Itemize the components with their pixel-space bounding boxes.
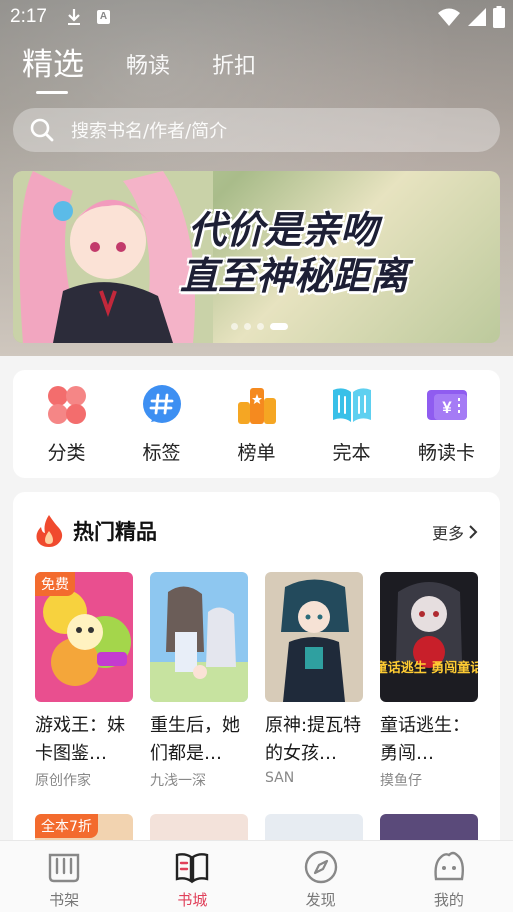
banner-title: 代价是亲吻 直至神秘距离 xyxy=(180,207,498,299)
book-cover-text: 童话逃生 勇闯童话 xyxy=(380,660,478,676)
tab-discount[interactable]: 折扣 xyxy=(212,48,256,94)
completed-book-icon xyxy=(332,388,371,422)
book-cover: 童话逃生 勇闯童话 xyxy=(380,572,478,702)
book-cover-art: 童话逃生 勇闯童话 xyxy=(380,572,478,702)
category-icon xyxy=(47,386,86,424)
discount-badge: 全本7折 xyxy=(35,814,98,838)
quick-nav-label: 榜单 xyxy=(237,442,276,464)
hot-picks-header: 热门精品 xyxy=(33,514,157,548)
nav-bookshelf[interactable]: 书架 xyxy=(0,841,128,912)
banner-dot-active xyxy=(270,323,288,330)
status-indicators xyxy=(437,6,505,28)
book-title: 重生后，她们都是… xyxy=(150,715,240,764)
nav-label: 书城 xyxy=(177,891,208,909)
nav-label: 我的 xyxy=(433,891,464,909)
more-link[interactable]: 更多 xyxy=(432,520,478,544)
tab-featured[interactable]: 精选 xyxy=(22,39,84,94)
book-list: 免费 游戏王：妹卡图鉴… 原创作家 重生后，她们都是… 九浅一深 原神:提瓦特的… xyxy=(35,572,478,790)
quick-nav-label: 分类 xyxy=(47,442,86,464)
tag-icon xyxy=(142,385,181,423)
search-icon xyxy=(30,118,54,142)
battery-icon xyxy=(493,6,505,28)
banner-dot xyxy=(244,323,251,330)
banner-pagination xyxy=(231,323,288,330)
nav-profile[interactable]: 我的 xyxy=(385,841,513,912)
quick-nav-label: 畅读卡 xyxy=(417,442,475,464)
book-title: 原神:提瓦特的女孩… xyxy=(265,715,362,764)
book-cover-art xyxy=(150,572,248,702)
profile-icon xyxy=(434,851,464,881)
nav-label: 发现 xyxy=(305,891,336,909)
quick-nav-reading-card[interactable]: ¥ 畅读卡 xyxy=(407,370,487,478)
quick-nav-card: 分类 标签 榜单 完本 ¥ 畅读卡 xyxy=(13,370,500,478)
nav-discover[interactable]: 发现 xyxy=(257,841,385,912)
book-author: 九浅一深 xyxy=(150,773,206,789)
quick-nav-label: 标签 xyxy=(142,442,181,464)
banner-title-line1: 代价是亲吻 xyxy=(188,208,379,252)
download-icon xyxy=(68,9,80,25)
quick-nav-completed[interactable]: 完本 xyxy=(312,370,392,478)
signal-icon xyxy=(468,8,486,26)
book-card[interactable]: 重生后，她们都是… 九浅一深 xyxy=(150,572,248,790)
compass-icon xyxy=(304,850,337,884)
more-label: 更多 xyxy=(431,524,464,543)
fire-icon xyxy=(36,515,63,547)
search-bar[interactable]: 搜索书名/作者/简介 xyxy=(13,108,500,152)
bookshelf-icon xyxy=(48,853,80,883)
book-card[interactable]: 原神:提瓦特的女孩… SAN xyxy=(265,572,363,790)
book-author: 原创作家 xyxy=(35,773,91,789)
banner-title-line2: 直至神秘距离 xyxy=(180,254,409,298)
promo-banner[interactable]: 代价是亲吻 直至神秘距离 xyxy=(13,171,500,343)
book-author: 摸鱼仔 xyxy=(380,773,422,789)
quick-nav-tag[interactable]: 标签 xyxy=(122,370,202,478)
reading-card-icon: ¥ xyxy=(426,390,467,420)
nav-label: 书架 xyxy=(49,891,80,909)
search-placeholder: 搜索书名/作者/简介 xyxy=(71,121,228,142)
quick-nav-category[interactable]: 分类 xyxy=(27,370,107,478)
book-title: 游戏王：妹卡图鉴… xyxy=(35,715,125,764)
banner-dot xyxy=(231,323,238,330)
tab-unlimited-read[interactable]: 畅读 xyxy=(126,48,170,94)
book-author: SAN xyxy=(265,770,295,786)
book-cover: 免费 xyxy=(35,572,133,702)
bookstore-screen: 2:17 A 精选 畅读 折扣 搜索书名/作者/简介 代价是亲吻 直至神秘距离 … xyxy=(0,0,513,912)
book-cover xyxy=(265,572,363,702)
book-title: 童话逃生：勇闯… xyxy=(380,715,470,764)
bookstore-icon xyxy=(176,853,209,884)
free-badge: 免费 xyxy=(35,572,75,596)
hot-picks-title: 热门精品 xyxy=(73,520,157,544)
hot-picks-section: 热门精品 更多 免费 游戏王：妹卡图鉴… 原创作家 重生后，她们都是… 九浅一深… xyxy=(13,492,500,852)
book-card[interactable]: 童话逃生 勇闯童话 童话逃生：勇闯… 摸鱼仔 xyxy=(380,572,478,790)
status-time: 2:17 xyxy=(10,6,47,27)
app-notification-icon: A xyxy=(97,10,110,24)
status-bar: 2:17 A xyxy=(0,0,513,36)
banner-dot xyxy=(257,323,264,330)
chevron-right-icon xyxy=(469,525,478,539)
nav-bookstore[interactable]: 书城 xyxy=(128,841,256,912)
top-tabs: 精选 畅读 折扣 xyxy=(22,44,298,94)
bottom-nav: 书架 书城 发现 我的 xyxy=(0,840,513,912)
ranking-icon xyxy=(237,388,276,424)
quick-nav-ranking[interactable]: 榜单 xyxy=(217,370,297,478)
quick-nav-label: 完本 xyxy=(332,442,371,464)
svg-text:¥: ¥ xyxy=(442,398,452,417)
book-card[interactable]: 免费 游戏王：妹卡图鉴… 原创作家 xyxy=(35,572,133,790)
book-cover-art xyxy=(265,572,363,702)
wifi-icon xyxy=(438,8,460,26)
book-cover xyxy=(150,572,248,702)
